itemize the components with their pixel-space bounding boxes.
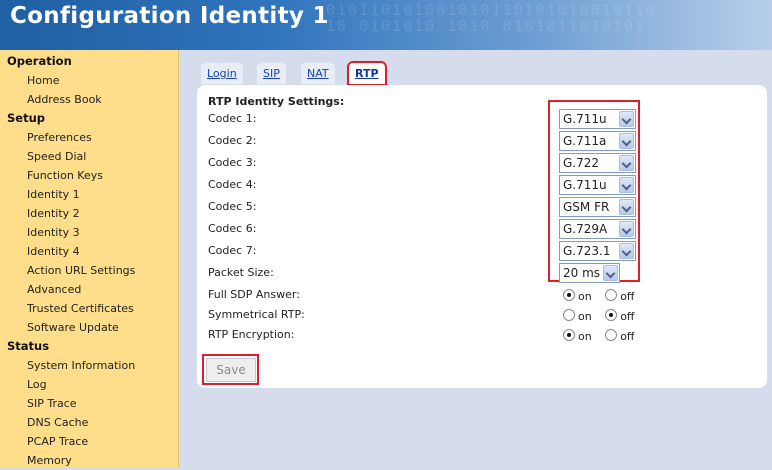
codec-2-select[interactable]: G.711a [559, 131, 636, 151]
radio-on-label: on [578, 330, 592, 343]
page-title: Configuration Identity 1 [10, 3, 329, 29]
symmetrical-rtp-on-option[interactable]: on [563, 308, 592, 323]
sidebar-item-identity-1[interactable]: Identity 1 [0, 185, 178, 204]
radio-off-label: off [620, 290, 635, 303]
chevron-down-icon [619, 221, 634, 237]
save-button[interactable]: Save [206, 358, 256, 382]
codec-6-value: G.729A [563, 222, 608, 236]
full-sdp-answer-off-option[interactable]: off [605, 288, 635, 303]
radio-selected-icon [563, 289, 575, 301]
sidebar-item-function-keys[interactable]: Function Keys [0, 166, 178, 185]
chevron-down-icon [619, 155, 634, 171]
rtp-encryption-off-option[interactable]: off [605, 328, 635, 343]
sidebar-item-speed-dial[interactable]: Speed Dial [0, 147, 178, 166]
chevron-down-icon [619, 111, 634, 127]
codec-1-value: G.711u [563, 112, 607, 126]
rtp-encryption-label: RTP Encryption: [208, 328, 295, 341]
rtp-encryption-on-option[interactable]: on [563, 328, 592, 343]
sidebar-item-trusted-certificates[interactable]: Trusted Certificates [0, 299, 178, 318]
sidebar-item-preferences[interactable]: Preferences [0, 128, 178, 147]
chevron-down-icon [619, 243, 634, 259]
sidebar-item-identity-3[interactable]: Identity 3 [0, 223, 178, 242]
sidebar-item-pcap-trace[interactable]: PCAP Trace [0, 432, 178, 451]
codec-5-value: GSM FR [563, 200, 610, 214]
sidebar: Operation Home Address Book Setup Prefer… [0, 50, 179, 467]
codec-3-select[interactable]: G.722 [559, 153, 636, 173]
codec-5-label: Codec 5: [208, 200, 257, 213]
rtp-encryption-radio-group: on off [563, 328, 645, 343]
header-binary-line: 010110101001010110101010010110 [326, 1, 657, 19]
symmetrical-rtp-label: Symmetrical RTP: [208, 308, 305, 321]
chevron-down-icon [619, 177, 634, 193]
tab-sip[interactable]: SIP [257, 63, 286, 84]
radio-selected-icon [605, 309, 618, 321]
settings-panel: RTP Identity Settings: Codec 1: G.711u C… [197, 85, 767, 388]
codec-3-value: G.722 [563, 156, 600, 170]
codec-6-select[interactable]: G.729A [559, 219, 636, 239]
sidebar-section-setup: Setup [7, 111, 45, 125]
codec-2-value: G.711a [563, 134, 607, 148]
codec-7-select[interactable]: G.723.1 [559, 241, 636, 261]
symmetrical-rtp-radio-group: on off [563, 308, 645, 323]
sidebar-item-home[interactable]: Home [0, 71, 178, 90]
sidebar-item-identity-2[interactable]: Identity 2 [0, 204, 178, 223]
full-sdp-answer-radio-group: on off [563, 288, 645, 303]
packet-size-value: 20 ms [563, 266, 601, 280]
codec-4-select[interactable]: G.711u [559, 175, 636, 195]
radio-on-label: on [578, 290, 592, 303]
page-header: 010110101001010110101010010110 10 010101… [0, 0, 772, 50]
codec-4-label: Codec 4: [208, 178, 257, 191]
sidebar-item-advanced[interactable]: Advanced [0, 280, 178, 299]
header-decoration: 010110101001010110101010010110 10 010101… [326, 2, 766, 34]
sidebar-item-address-book[interactable]: Address Book [0, 90, 178, 109]
radio-on-label: on [578, 310, 592, 323]
radio-empty-icon [563, 309, 575, 321]
packet-size-label: Packet Size: [208, 266, 274, 279]
codec-3-label: Codec 3: [208, 156, 257, 169]
codec-4-value: G.711u [563, 178, 607, 192]
sidebar-item-identity-4[interactable]: Identity 4 [0, 242, 178, 261]
radio-empty-icon [605, 289, 618, 301]
sidebar-item-sip-trace[interactable]: SIP Trace [0, 394, 178, 413]
radio-off-label: off [620, 330, 635, 343]
tab-login[interactable]: Login [201, 63, 243, 84]
codec-5-select[interactable]: GSM FR [559, 197, 636, 217]
sidebar-section-operation: Operation [7, 54, 72, 68]
chevron-down-icon [603, 265, 618, 281]
sidebar-item-action-url-settings[interactable]: Action URL Settings [0, 261, 178, 280]
packet-size-select[interactable]: 20 ms [559, 263, 620, 283]
sidebar-item-memory[interactable]: Memory [0, 451, 178, 470]
radio-empty-icon [605, 329, 618, 341]
codec-6-label: Codec 6: [208, 222, 257, 235]
codec-2-label: Codec 2: [208, 134, 257, 147]
codec-1-label: Codec 1: [208, 112, 257, 125]
symmetrical-rtp-off-option[interactable]: off [605, 308, 635, 323]
full-sdp-answer-on-option[interactable]: on [563, 288, 592, 303]
radio-off-label: off [620, 310, 635, 323]
codec-7-value: G.723.1 [563, 244, 611, 258]
chevron-down-icon [619, 133, 634, 149]
section-title: RTP Identity Settings: [208, 95, 345, 108]
sidebar-item-log[interactable]: Log [0, 375, 178, 394]
sidebar-item-software-update[interactable]: Software Update [0, 318, 178, 337]
codec-1-select[interactable]: G.711u [559, 109, 636, 129]
chevron-down-icon [619, 199, 634, 215]
header-binary-line: 10 0101010 1010 0101011010101 [326, 17, 646, 35]
tab-rtp[interactable]: RTP [347, 61, 387, 86]
radio-selected-icon [563, 329, 575, 341]
codec-7-label: Codec 7: [208, 244, 257, 257]
tab-nat[interactable]: NAT [301, 63, 335, 84]
full-sdp-answer-label: Full SDP Answer: [208, 288, 300, 301]
sidebar-item-dns-cache[interactable]: DNS Cache [0, 413, 178, 432]
sidebar-item-system-information[interactable]: System Information [0, 356, 178, 375]
sidebar-section-status: Status [7, 339, 50, 353]
